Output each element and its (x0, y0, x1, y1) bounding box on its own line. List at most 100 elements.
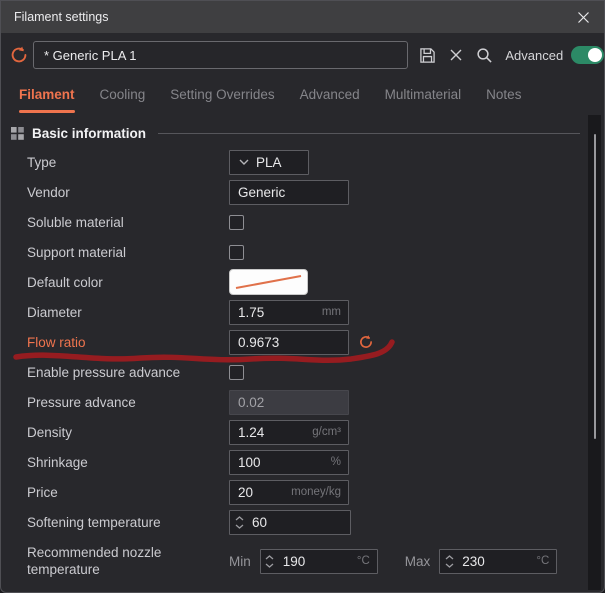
grid-icon (11, 127, 24, 140)
vertical-scrollbar-thumb[interactable] (594, 134, 596, 439)
undo-icon (358, 334, 374, 350)
flow-ratio-input[interactable]: 0.9673 (229, 330, 349, 355)
min-label: Min (229, 554, 251, 569)
close-icon (576, 10, 591, 25)
softening-temperature-spinner[interactable]: 60 (229, 510, 351, 535)
nozzle-temp-min-value: 190 (279, 554, 357, 569)
tab-advanced[interactable]: Advanced (300, 87, 360, 113)
section-divider (158, 133, 580, 134)
field-row-type: Type PLA (1, 147, 590, 177)
tab-setting-overrides[interactable]: Setting Overrides (170, 87, 274, 113)
spin-up-icon (235, 516, 244, 521)
field-row-shrinkage: Shrinkage 100 % (1, 447, 590, 477)
field-row-pressure-advance: Pressure advance 0.02 (1, 387, 590, 417)
spin-buttons[interactable] (230, 516, 248, 529)
window-close-button[interactable] (575, 9, 591, 25)
pressure-advance-value: 0.02 (230, 395, 348, 410)
shrinkage-value: 100 (230, 455, 331, 470)
field-row-price: Price 20 money/kg (1, 477, 590, 507)
soluble-material-checkbox[interactable] (229, 215, 244, 230)
field-row-default-color: Default color (1, 267, 590, 297)
enable-pressure-advance-label: Enable pressure advance (27, 364, 229, 381)
section-title: Basic information (32, 126, 146, 141)
search-icon (476, 47, 493, 64)
price-label: Price (27, 484, 229, 501)
density-input[interactable]: 1.24 g/cm³ (229, 420, 349, 445)
spin-down-icon (235, 524, 244, 529)
advanced-mode-toggle[interactable] (571, 46, 604, 64)
field-row-density: Density 1.24 g/cm³ (1, 417, 590, 447)
undo-icon (9, 45, 29, 65)
diameter-input[interactable]: 1.75 mm (229, 300, 349, 325)
pressure-advance-label: Pressure advance (27, 394, 229, 411)
diameter-unit: mm (322, 306, 348, 318)
advanced-mode-label: Advanced (505, 48, 563, 63)
filament-settings-dialog: Filament settings * Generic PLA 1 (0, 0, 605, 593)
nozzle-temp-max-unit: °C (536, 555, 556, 567)
spin-buttons[interactable] (261, 555, 279, 568)
reset-preset-button[interactable] (9, 45, 29, 65)
tab-multimaterial[interactable]: Multimaterial (385, 87, 462, 113)
vendor-value: Generic (230, 185, 348, 200)
price-value: 20 (230, 485, 291, 500)
default-color-swatch[interactable] (229, 269, 308, 295)
support-material-checkbox[interactable] (229, 245, 244, 260)
max-label: Max (405, 554, 431, 569)
pressure-advance-input: 0.02 (229, 390, 349, 415)
field-row-softening-temp: Softening temperature 60 (1, 507, 590, 537)
spin-up-icon (445, 555, 454, 560)
flow-ratio-label: Flow ratio (27, 334, 229, 351)
recommended-nozzle-temperature-label: Recommended nozzle temperature (27, 544, 229, 578)
save-icon (419, 47, 436, 64)
nozzle-temp-min-spinner[interactable]: 190 °C (260, 549, 378, 574)
diameter-label: Diameter (27, 304, 229, 321)
field-row-nozzle-temp: Recommended nozzle temperature Min 190 °… (1, 537, 590, 585)
type-label: Type (27, 154, 229, 171)
flow-ratio-reset-button[interactable] (358, 334, 374, 350)
spin-up-icon (265, 555, 274, 560)
soluble-material-label: Soluble material (27, 214, 229, 231)
no-color-line-icon (233, 273, 304, 291)
toggle-knob (588, 48, 602, 62)
tab-filament[interactable]: Filament (19, 87, 75, 113)
spin-buttons[interactable] (440, 555, 458, 568)
search-settings-button[interactable] (476, 46, 493, 64)
field-row-diameter: Diameter 1.75 mm (1, 297, 590, 327)
title-bar: Filament settings (1, 1, 604, 33)
spin-down-icon (445, 563, 454, 568)
shrinkage-unit: % (331, 456, 348, 468)
vendor-input[interactable]: Generic (229, 180, 349, 205)
default-color-label: Default color (27, 274, 229, 291)
diameter-value: 1.75 (230, 305, 322, 320)
density-unit: g/cm³ (312, 426, 348, 438)
field-row-soluble: Soluble material (1, 207, 590, 237)
softening-temperature-label: Softening temperature (27, 514, 229, 531)
field-row-flow-ratio: Flow ratio 0.9673 (1, 327, 590, 357)
delete-preset-button[interactable] (448, 46, 465, 64)
density-value: 1.24 (230, 425, 312, 440)
nozzle-temp-min-unit: °C (357, 555, 377, 567)
vertical-scrollbar-track[interactable] (588, 115, 601, 590)
softening-temperature-value: 60 (248, 515, 350, 530)
spin-down-icon (265, 563, 274, 568)
settings-tabs: Filament Cooling Setting Overrides Advan… (1, 87, 604, 113)
flow-ratio-value: 0.9673 (230, 335, 348, 350)
price-input[interactable]: 20 money/kg (229, 480, 349, 505)
density-label: Density (27, 424, 229, 441)
type-dropdown[interactable]: PLA (229, 150, 309, 175)
basic-information-form: Type PLA Vendor Generic Soluble material… (1, 147, 590, 585)
preset-select[interactable]: * Generic PLA 1 (33, 41, 408, 69)
shrinkage-input[interactable]: 100 % (229, 450, 349, 475)
vendor-label: Vendor (27, 184, 229, 201)
enable-pressure-advance-checkbox[interactable] (229, 365, 244, 380)
price-unit: money/kg (291, 486, 348, 498)
field-row-enable-pa: Enable pressure advance (1, 357, 590, 387)
tab-notes[interactable]: Notes (486, 87, 521, 113)
support-material-label: Support material (27, 244, 229, 261)
nozzle-temp-max-spinner[interactable]: 230 °C (439, 549, 557, 574)
section-basic-information: Basic information (1, 123, 580, 143)
nozzle-temp-max-value: 230 (458, 554, 536, 569)
save-preset-button[interactable] (419, 46, 436, 64)
preset-bar: * Generic PLA 1 Advanced (1, 33, 604, 77)
tab-cooling[interactable]: Cooling (100, 87, 146, 113)
